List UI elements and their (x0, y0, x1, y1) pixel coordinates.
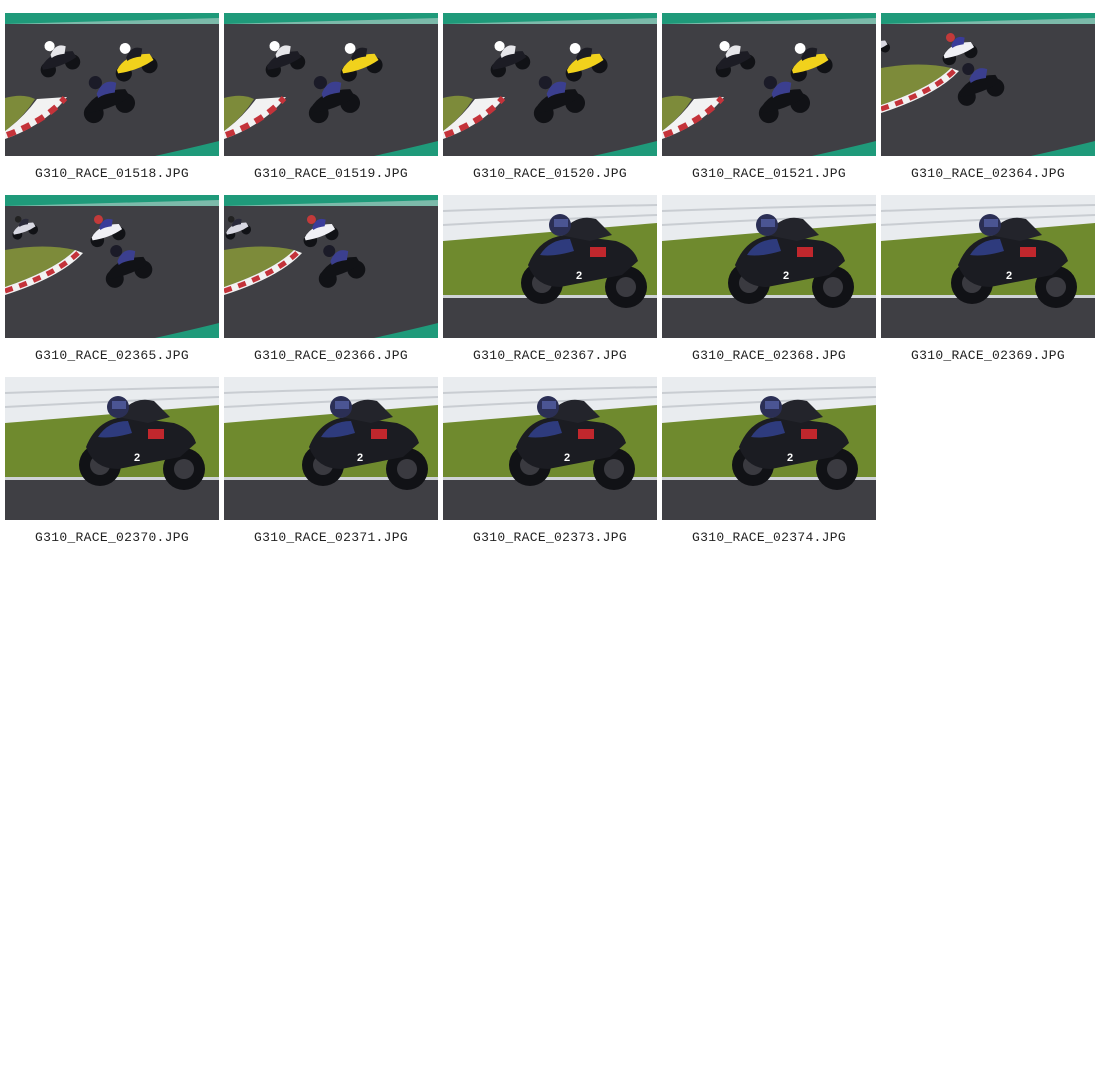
photo-thumbnail[interactable] (662, 13, 876, 156)
photo-thumbnail[interactable]: 2 (881, 195, 1095, 338)
photo-thumbnail[interactable]: 2 (5, 377, 219, 520)
svg-text:2: 2 (134, 452, 140, 464)
thumbnail-filename[interactable]: G310_RACE_02374.JPG (662, 530, 876, 545)
svg-text:2: 2 (783, 270, 789, 282)
thumbnail-filename[interactable]: G310_RACE_01519.JPG (224, 166, 438, 181)
thumbnail-item[interactable]: G310_RACE_01519.JPG (224, 13, 438, 185)
thumbnail-item[interactable]: G310_RACE_01518.JPG (5, 13, 219, 185)
photo-thumbnail[interactable] (881, 13, 1095, 156)
thumbnail-filename[interactable]: G310_RACE_02364.JPG (881, 166, 1095, 181)
thumbnail-filename[interactable]: G310_RACE_02369.JPG (881, 348, 1095, 363)
svg-text:2: 2 (787, 452, 793, 464)
thumbnail-filename[interactable]: G310_RACE_02371.JPG (224, 530, 438, 545)
thumbnail-filename[interactable]: G310_RACE_01521.JPG (662, 166, 876, 181)
thumbnail-item[interactable]: G310_RACE_02365.JPG (5, 195, 219, 367)
thumbnail-filename[interactable]: G310_RACE_02365.JPG (5, 348, 219, 363)
thumbnail-filename[interactable]: G310_RACE_02370.JPG (5, 530, 219, 545)
svg-text:2: 2 (357, 452, 363, 464)
photo-thumbnail[interactable]: 2 (443, 377, 657, 520)
thumbnail-item[interactable]: G310_RACE_01521.JPG (662, 13, 876, 185)
photo-thumbnail[interactable] (5, 195, 219, 338)
svg-text:2: 2 (576, 270, 582, 282)
photo-thumbnail[interactable]: 2 (224, 377, 438, 520)
thumbnail-item[interactable]: 2 G310_RACE_02368.JPG (662, 195, 876, 367)
thumbnail-filename[interactable]: G310_RACE_02367.JPG (443, 348, 657, 363)
thumbnail-item[interactable]: G310_RACE_02366.JPG (224, 195, 438, 367)
thumbnail-item[interactable]: 2 G310_RACE_02371.JPG (224, 377, 438, 549)
thumbnail-filename[interactable]: G310_RACE_01520.JPG (443, 166, 657, 181)
thumbnail-item[interactable]: G310_RACE_01520.JPG (443, 13, 657, 185)
photo-thumbnail[interactable] (5, 13, 219, 156)
thumbnail-item[interactable]: 2 G310_RACE_02367.JPG (443, 195, 657, 367)
thumbnail-item[interactable]: 2 G310_RACE_02370.JPG (5, 377, 219, 549)
thumbnail-item[interactable]: G310_RACE_02364.JPG (881, 13, 1095, 185)
photo-thumbnail[interactable]: 2 (662, 195, 876, 338)
svg-text:2: 2 (1006, 270, 1012, 282)
photo-thumbnail[interactable]: 2 (443, 195, 657, 338)
thumbnail-filename[interactable]: G310_RACE_01518.JPG (5, 166, 219, 181)
thumbnail-item[interactable]: 2 G310_RACE_02373.JPG (443, 377, 657, 549)
photo-thumbnail[interactable] (224, 195, 438, 338)
thumbnail-item[interactable]: 2 G310_RACE_02374.JPG (662, 377, 876, 549)
thumbnail-filename[interactable]: G310_RACE_02368.JPG (662, 348, 876, 363)
svg-text:2: 2 (564, 452, 570, 464)
thumbnail-item[interactable]: 2 G310_RACE_02369.JPG (881, 195, 1095, 367)
photo-thumbnail[interactable] (443, 13, 657, 156)
photo-thumbnail[interactable]: 2 (662, 377, 876, 520)
thumbnail-filename[interactable]: G310_RACE_02366.JPG (224, 348, 438, 363)
thumbnail-filename[interactable]: G310_RACE_02373.JPG (443, 530, 657, 545)
photo-thumbnail[interactable] (224, 13, 438, 156)
